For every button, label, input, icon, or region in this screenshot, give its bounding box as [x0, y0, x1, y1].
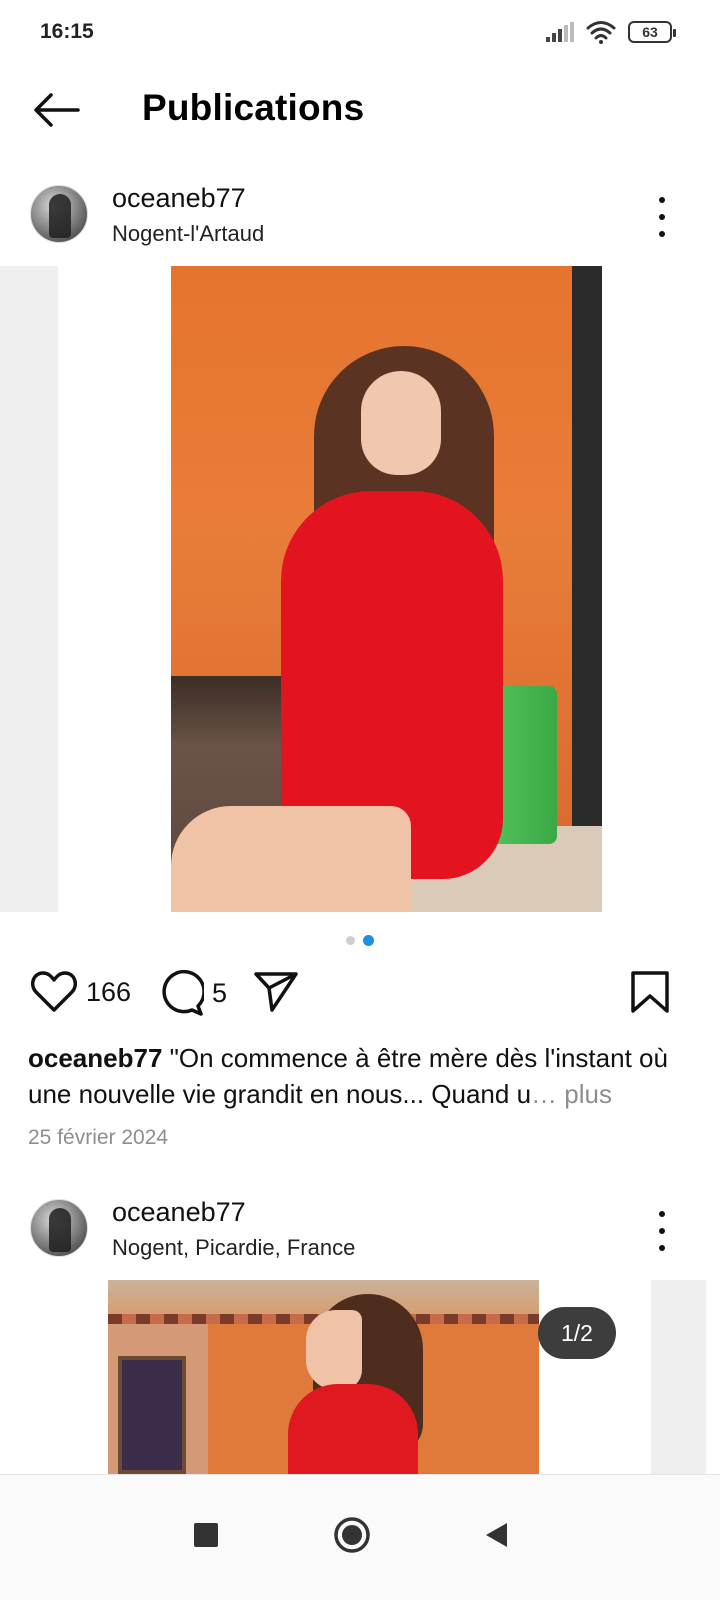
more-options-button[interactable] — [648, 1211, 676, 1251]
share-button[interactable] — [254, 970, 298, 1012]
square-icon — [194, 1523, 218, 1547]
post-photo[interactable] — [171, 266, 602, 912]
post-username[interactable]: oceaneb77 — [112, 1197, 246, 1228]
more-options-button[interactable] — [648, 197, 676, 237]
more-vertical-icon — [659, 197, 665, 203]
post-header: oceaneb77 Nogent-l'Artaud — [0, 183, 720, 267]
post-location[interactable]: Nogent-l'Artaud — [112, 221, 264, 247]
signal-icon — [546, 22, 574, 42]
back-button[interactable] — [28, 84, 84, 136]
status-time: 16:15 — [40, 20, 94, 43]
bookmark-icon — [631, 971, 669, 1013]
like-count[interactable]: 166 — [86, 977, 131, 1008]
comment-count[interactable]: 5 — [212, 978, 227, 1009]
post-date: 25 février 2024 — [28, 1126, 169, 1149]
post-actions: 166 5 — [0, 970, 720, 1026]
post-location[interactable]: Nogent, Picardie, France — [112, 1235, 355, 1261]
heart-icon — [31, 971, 77, 1012]
status-bar: 16:15 63 — [0, 0, 720, 70]
battery-indicator: 63 — [628, 21, 676, 43]
carousel-indicator — [0, 935, 720, 948]
avatar[interactable] — [30, 1199, 88, 1257]
recent-apps-button[interactable] — [176, 1505, 236, 1565]
post-image-carousel[interactable] — [0, 1280, 720, 1474]
home-button[interactable] — [322, 1505, 382, 1565]
next-image-peek — [651, 1280, 706, 1474]
home-circle-icon — [334, 1517, 370, 1553]
status-icons: 63 — [546, 20, 676, 44]
wifi-icon — [586, 21, 616, 44]
arrow-left-icon — [34, 93, 80, 127]
page-title: Publications — [142, 87, 365, 128]
previous-image-peek — [0, 266, 58, 912]
comment-icon — [162, 970, 204, 1016]
triangle-back-icon — [486, 1523, 507, 1547]
caption-username[interactable]: oceaneb77 — [28, 1043, 162, 1073]
system-back-button[interactable] — [466, 1505, 526, 1565]
post-image-carousel[interactable] — [0, 266, 720, 912]
battery-level: 63 — [642, 24, 658, 40]
post-username[interactable]: oceaneb77 — [112, 183, 246, 214]
post-photo[interactable] — [108, 1280, 539, 1474]
caption-more-link[interactable]: … plus — [531, 1079, 612, 1109]
more-vertical-icon — [659, 1211, 665, 1217]
post-header: oceaneb77 Nogent, Picardie, France — [0, 1197, 720, 1281]
post-caption[interactable]: oceaneb77 "On commence à être mère dès l… — [28, 1040, 668, 1112]
save-button[interactable] — [630, 970, 670, 1014]
avatar[interactable] — [30, 185, 88, 243]
comment-button[interactable]: 5 — [158, 970, 227, 1016]
like-button[interactable]: 166 — [30, 970, 131, 1014]
send-icon — [254, 972, 298, 1012]
image-counter-badge: 1/2 — [538, 1307, 616, 1359]
system-navigation-bar — [0, 1474, 720, 1600]
carousel-dot — [346, 936, 355, 945]
app-header: Publications — [0, 72, 720, 148]
carousel-dot-active — [363, 935, 374, 946]
